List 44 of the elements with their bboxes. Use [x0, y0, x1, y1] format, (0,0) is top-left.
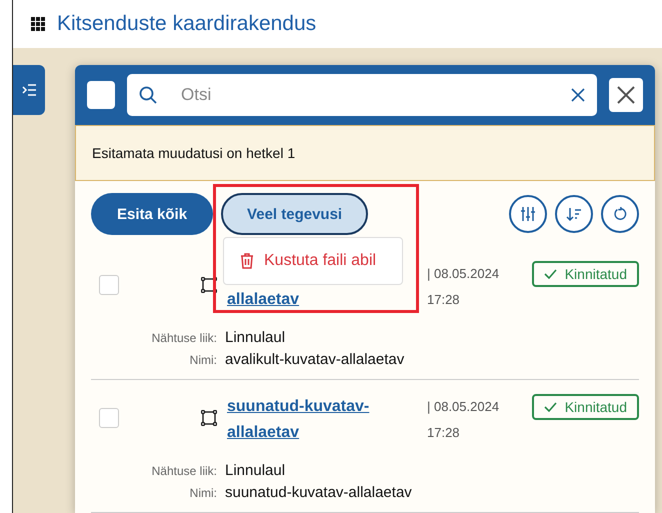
close-button[interactable] — [609, 78, 643, 112]
close-icon — [616, 85, 636, 105]
search-field[interactable]: Otsi — [179, 84, 549, 106]
sort-button[interactable] — [555, 195, 593, 233]
status-label: Kinnitatud — [564, 399, 627, 415]
item-time: 17:28 — [427, 291, 461, 309]
indent-list-icon — [22, 84, 36, 96]
refresh-button[interactable] — [601, 195, 639, 233]
item-title-link[interactable]: allalaetav — [227, 420, 427, 446]
trash-icon — [240, 253, 254, 269]
more-actions-button[interactable]: Veel tegevusi — [221, 193, 368, 235]
app-title: Kitsenduste kaardirakendus — [57, 12, 316, 36]
sort-icon — [566, 206, 582, 222]
item-title-link[interactable]: allalaetav — [227, 287, 427, 313]
polygon-icon — [201, 410, 217, 426]
status-label: Kinnitatud — [564, 266, 627, 282]
refresh-icon — [613, 207, 627, 221]
search-field[interactable]: Otsi — [127, 74, 597, 116]
field-value: avalikult-kuvatav-allalaetav — [225, 350, 406, 370]
field-label: Nähtuse liik: — [150, 463, 217, 480]
field-label: Nimi: — [188, 485, 217, 502]
item-date: | 08.05.2024 — [427, 265, 500, 283]
app-grid-icon[interactable] — [31, 17, 45, 31]
clear-icon[interactable] — [571, 88, 585, 102]
polygon-icon — [201, 277, 217, 293]
sliders-icon — [520, 206, 536, 222]
item-checkbox[interactable] — [99, 275, 119, 295]
field-label: Nähtuse liik: — [150, 330, 217, 347]
check-icon — [544, 402, 557, 412]
check-icon — [544, 269, 557, 279]
item-date: | 08.05.2024 — [427, 398, 500, 416]
field-value: Linnulaul — [225, 328, 286, 348]
filter-button[interactable] — [509, 195, 547, 233]
field-value: suunatud-kuvatav-allalaetav — [225, 483, 413, 503]
submit-all-button[interactable]: Esita kõik — [91, 193, 214, 235]
item-title-link[interactable]: suunatud-kuvatav- — [227, 394, 427, 420]
side-panel-toggle[interactable] — [13, 65, 45, 115]
search-icon — [139, 86, 157, 104]
item-checkbox[interactable] — [99, 408, 119, 428]
item-time: 17:28 — [427, 424, 461, 442]
select-all-checkbox[interactable] — [87, 81, 115, 109]
pending-changes-notice: Esitamata muudatusi on hetkel 1 — [75, 125, 655, 181]
field-value: Linnulaul — [225, 461, 286, 481]
field-label: Nimi: — [188, 352, 217, 369]
